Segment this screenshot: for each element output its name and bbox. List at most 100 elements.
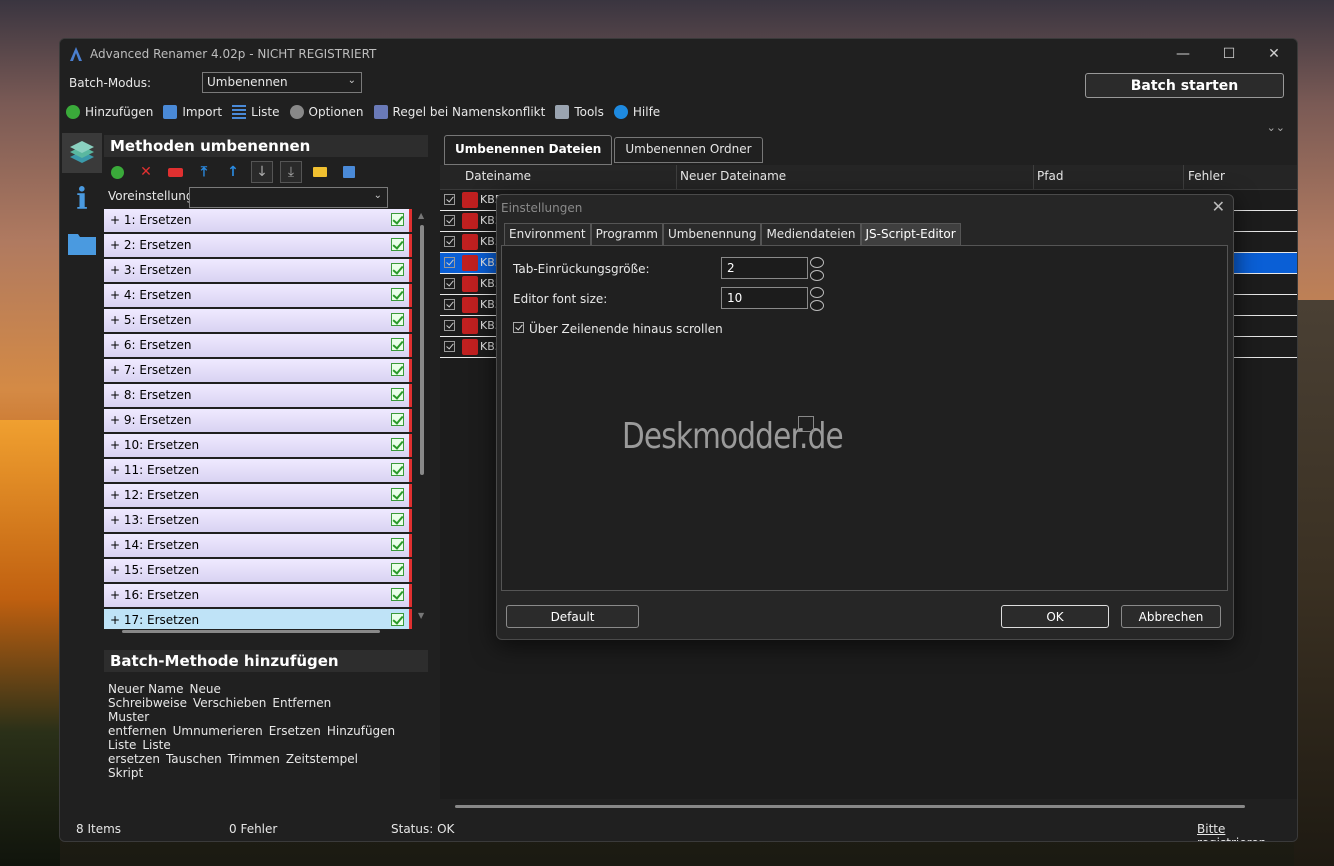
preset-select[interactable]: ⌄	[189, 187, 388, 208]
toolbar-list[interactable]: Liste	[232, 105, 280, 119]
font-size-input[interactable]: 10	[721, 287, 808, 309]
methods-vscrollbar[interactable]: ▲ ▼	[418, 211, 426, 631]
method-item[interactable]: + 11: Ersetzen	[104, 459, 412, 482]
scroll-past-end-checkbox[interactable]	[513, 322, 524, 333]
method-item[interactable]: + 2: Ersetzen	[104, 234, 412, 257]
tab-indent-input[interactable]: 2	[721, 257, 808, 279]
method-item[interactable]: + 1: Ersetzen	[104, 209, 412, 232]
toolbar-conflict[interactable]: Regel bei Namenskonflikt	[373, 105, 545, 119]
method-item[interactable]: + 6: Ersetzen	[104, 334, 412, 357]
tab-program[interactable]: Programm	[590, 223, 663, 245]
method-item[interactable]: + 3: Ersetzen	[104, 259, 412, 282]
method-checkbox[interactable]	[391, 338, 404, 351]
delete-method-icon[interactable]: ✕	[135, 161, 157, 183]
row-checkbox[interactable]	[444, 236, 455, 247]
row-checkbox[interactable]	[444, 299, 455, 310]
row-checkbox[interactable]	[444, 194, 455, 205]
spin-down-icon[interactable]	[810, 300, 824, 311]
method-item[interactable]: + 10: Ersetzen	[104, 434, 412, 457]
col-path[interactable]: Pfad	[1037, 169, 1063, 183]
collapse-chevron-icon[interactable]: ⌄⌄	[1267, 121, 1285, 134]
method-item[interactable]: + 9: Ersetzen	[104, 409, 412, 432]
toolbar-add[interactable]: Hinzufügen	[66, 105, 153, 119]
method-checkbox[interactable]	[391, 388, 404, 401]
tab-js-script-editor[interactable]: JS-Script-Editor	[860, 223, 961, 245]
batch-method-link[interactable]: Muster entfernen	[108, 710, 167, 738]
tab-environment[interactable]: Environment	[504, 223, 591, 245]
cancel-button[interactable]: Abbrechen	[1121, 605, 1221, 628]
default-button[interactable]: Default	[506, 605, 639, 628]
method-checkbox[interactable]	[391, 463, 404, 476]
toolbar-tools[interactable]: Tools	[555, 105, 604, 119]
method-checkbox[interactable]	[391, 588, 404, 601]
batch-method-link[interactable]: Hinzufügen	[327, 724, 395, 738]
method-checkbox[interactable]	[391, 438, 404, 451]
row-checkbox[interactable]	[444, 278, 455, 289]
clear-methods-icon[interactable]	[164, 161, 186, 183]
method-item[interactable]: + 4: Ersetzen	[104, 284, 412, 307]
method-checkbox[interactable]	[391, 263, 404, 276]
col-new-filename[interactable]: Neuer Dateiname	[680, 169, 786, 183]
batch-method-link[interactable]: Entfernen	[272, 696, 331, 710]
grid-hscrollbar[interactable]	[455, 805, 1245, 808]
save-icon[interactable]	[338, 161, 360, 183]
method-item[interactable]: + 7: Ersetzen	[104, 359, 412, 382]
batch-method-link[interactable]: Skript	[108, 766, 143, 780]
close-icon[interactable]: ✕	[1212, 197, 1225, 216]
method-checkbox[interactable]	[391, 513, 404, 526]
move-bottom-icon[interactable]: ⤓	[280, 161, 302, 183]
batch-mode-select[interactable]: Umbenennen ⌄	[202, 72, 362, 93]
spin-up-icon[interactable]	[810, 257, 824, 268]
method-item[interactable]: + 13: Ersetzen	[104, 509, 412, 532]
method-item[interactable]: + 17: Ersetzen	[104, 609, 412, 629]
spin-down-icon[interactable]	[810, 270, 824, 281]
row-checkbox[interactable]	[444, 257, 455, 268]
method-checkbox[interactable]	[391, 313, 404, 326]
row-checkbox[interactable]	[444, 215, 455, 226]
batch-method-link[interactable]: Zeitstempel	[286, 752, 358, 766]
method-item[interactable]: + 15: Ersetzen	[104, 559, 412, 582]
toolbar-options[interactable]: Optionen	[289, 105, 364, 119]
batch-method-link[interactable]: Liste	[108, 738, 136, 752]
move-top-icon[interactable]: ⤒	[193, 161, 215, 183]
info-icon[interactable]: i	[62, 179, 102, 219]
col-filename[interactable]: Dateiname	[465, 169, 531, 183]
register-link[interactable]: Bitte registrieren	[1197, 822, 1297, 841]
row-checkbox[interactable]	[444, 320, 455, 331]
method-checkbox[interactable]	[391, 613, 404, 626]
batch-method-link[interactable]: Neuer Name	[108, 682, 184, 696]
method-checkbox[interactable]	[391, 563, 404, 576]
method-checkbox[interactable]	[391, 288, 404, 301]
method-checkbox[interactable]	[391, 413, 404, 426]
col-error[interactable]: Fehler	[1188, 169, 1225, 183]
tab-rename-files[interactable]: Umbenennen Dateien	[444, 135, 613, 165]
maximize-button[interactable]: ☐	[1206, 39, 1252, 69]
ok-button[interactable]: OK	[1001, 605, 1109, 628]
methods-layers-icon[interactable]	[62, 133, 102, 173]
batch-method-link[interactable]: Tauschen	[166, 752, 222, 766]
batch-method-link[interactable]: Verschieben	[193, 696, 266, 710]
method-checkbox[interactable]	[391, 238, 404, 251]
batch-start-button[interactable]: Batch starten	[1085, 73, 1284, 98]
row-checkbox[interactable]	[444, 341, 455, 352]
toolbar-import[interactable]: Import	[163, 105, 222, 119]
tab-indent-spinner[interactable]	[810, 257, 824, 281]
method-checkbox[interactable]	[391, 538, 404, 551]
method-item[interactable]: + 14: Ersetzen	[104, 534, 412, 557]
spin-up-icon[interactable]	[810, 287, 824, 298]
close-button[interactable]: ✕	[1251, 39, 1297, 69]
batch-method-link[interactable]: Umnumerieren	[173, 724, 263, 738]
method-checkbox[interactable]	[391, 213, 404, 226]
add-method-icon[interactable]	[106, 161, 128, 183]
toolbar-help[interactable]: Hilfe	[613, 105, 660, 119]
open-folder-icon[interactable]	[309, 161, 331, 183]
method-item[interactable]: + 12: Ersetzen	[104, 484, 412, 507]
batch-method-link[interactable]: Ersetzen	[269, 724, 321, 738]
method-item[interactable]: + 5: Ersetzen	[104, 309, 412, 332]
tab-media-files[interactable]: Mediendateien	[761, 223, 861, 245]
tab-rename-folders[interactable]: Umbenennen Ordner	[614, 137, 763, 163]
method-item[interactable]: + 8: Ersetzen	[104, 384, 412, 407]
methods-hscrollbar[interactable]	[122, 630, 380, 633]
minimize-button[interactable]: —	[1160, 39, 1206, 69]
method-checkbox[interactable]	[391, 488, 404, 501]
